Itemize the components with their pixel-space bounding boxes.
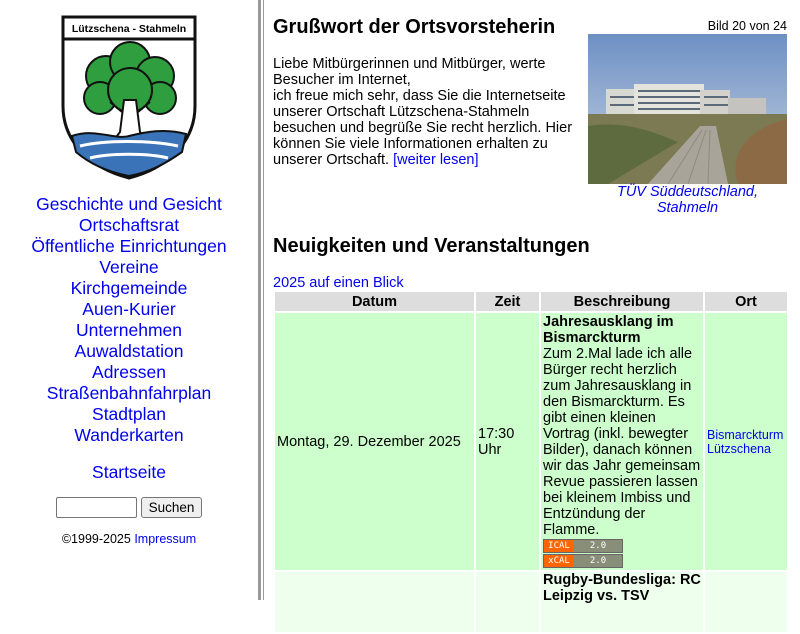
event-place [705, 572, 787, 632]
slideshow-photo[interactable] [588, 34, 787, 184]
col-zeit: Zeit [476, 292, 539, 311]
event-time [476, 572, 539, 632]
photo-caption[interactable]: TÜV Süddeutschland, Stahmeln [588, 184, 787, 216]
sidebar: Lützschena - Stahmeln Geschichte und Ges… [0, 0, 258, 600]
event-place: Bismarckturm Lützschena [705, 313, 787, 570]
event-row: Rugby-Bundesliga: RC Leipzig vs. TSV [275, 572, 787, 632]
ical-badge[interactable]: ICAL 2.0 [543, 539, 623, 553]
event-description: Jahresausklang im Bismarckturm Zum 2.Mal… [541, 313, 703, 570]
nav-wanderkarten[interactable]: Wanderkarten [74, 425, 183, 445]
nav-stadtplan[interactable]: Stadtplan [92, 404, 166, 424]
search-button[interactable]: Suchen [140, 497, 203, 518]
events-header-row: Datum Zeit Beschreibung Ort [275, 292, 787, 311]
nav-unternehmen[interactable]: Unternehmen [76, 320, 182, 340]
crest-banner-text: Lützschena - Stahmeln [72, 23, 186, 35]
nav-geschichte[interactable]: Geschichte und Gesicht [36, 194, 222, 214]
greeting-line1: Liebe Mitbürgerinnen und Mitbürger, wert… [273, 56, 546, 88]
nav-ortschaftsrat[interactable]: Ortschaftsrat [79, 215, 179, 235]
photo-counter: Bild 20 von 24 [707, 19, 787, 33]
search-input[interactable] [55, 497, 137, 518]
copyright-text: ©1999-2025 [61, 532, 131, 546]
event-title: Rugby-Bundesliga: RC Leipzig vs. TSV [543, 572, 701, 604]
event-row: Montag, 29. Dezember 2025 17:30 Uhr Jahr… [275, 313, 787, 570]
read-more-link[interactable]: [weiter lesen] [393, 152, 478, 168]
footer-copyright: ©1999-2025 Impressum [0, 532, 258, 546]
col-datum: Datum [275, 292, 474, 311]
events-table: Datum Zeit Beschreibung Ort Montag, 29. … [273, 290, 789, 634]
nav-auen-kurier[interactable]: Auen-Kurier [82, 299, 175, 319]
xcal-badge-label: xCAL [544, 555, 574, 567]
event-date: Montag, 29. Dezember 2025 [275, 313, 474, 570]
nav-vereine[interactable]: Vereine [99, 257, 158, 277]
search-form: Suchen [0, 497, 258, 518]
column-divider [258, 0, 264, 600]
event-text: Zum 2.Mal lade ich alle Bürger recht her… [543, 346, 701, 538]
year-overview-link[interactable]: 2025 auf einen Blick [273, 275, 404, 291]
xcal-badge-version: 2.0 [574, 555, 622, 567]
nav-startseite[interactable]: Startseite [92, 462, 166, 482]
xcal-badge[interactable]: xCAL 2.0 [543, 554, 623, 568]
ical-badge-version: 2.0 [574, 540, 622, 552]
coat-of-arms-logo[interactable]: Lützschena - Stahmeln [60, 14, 198, 180]
nav-kirchgemeinde[interactable]: Kirchgemeinde [71, 278, 188, 298]
nav-einrichtungen[interactable]: Öffentliche Einrichtungen [31, 236, 226, 256]
greeting-text: Liebe Mitbürgerinnen und Mitbürger, wert… [273, 56, 585, 168]
photo-caption-link[interactable]: TÜV Süddeutschland, Stahmeln [617, 184, 758, 216]
nav-adressen[interactable]: Adressen [92, 362, 166, 382]
news-title: Neuigkeiten und Veranstaltungen [273, 235, 590, 257]
event-description: Rugby-Bundesliga: RC Leipzig vs. TSV [541, 572, 703, 632]
main-navigation: Geschichte und Gesicht Ortschaftsrat Öff… [0, 194, 258, 446]
impressum-link[interactable]: Impressum [134, 532, 196, 546]
event-title: Jahresausklang im Bismarckturm [543, 314, 674, 346]
nav-strassenbahnfahrplan[interactable]: Straßenbahnfahrplan [47, 383, 211, 403]
calendar-badges: ICAL 2.0 xCAL 2.0 [543, 539, 701, 568]
ical-badge-label: ICAL [544, 540, 574, 552]
event-place-link[interactable]: Bismarckturm Lützschena [707, 428, 783, 456]
event-date [275, 572, 474, 632]
greeting-title: Grußwort der Ortsvorsteherin [273, 16, 556, 38]
col-ort: Ort [705, 292, 787, 311]
col-beschreibung: Beschreibung [541, 292, 703, 311]
nav-auwaldstation[interactable]: Auwaldstation [75, 341, 184, 361]
event-time: 17:30 Uhr [476, 313, 539, 570]
